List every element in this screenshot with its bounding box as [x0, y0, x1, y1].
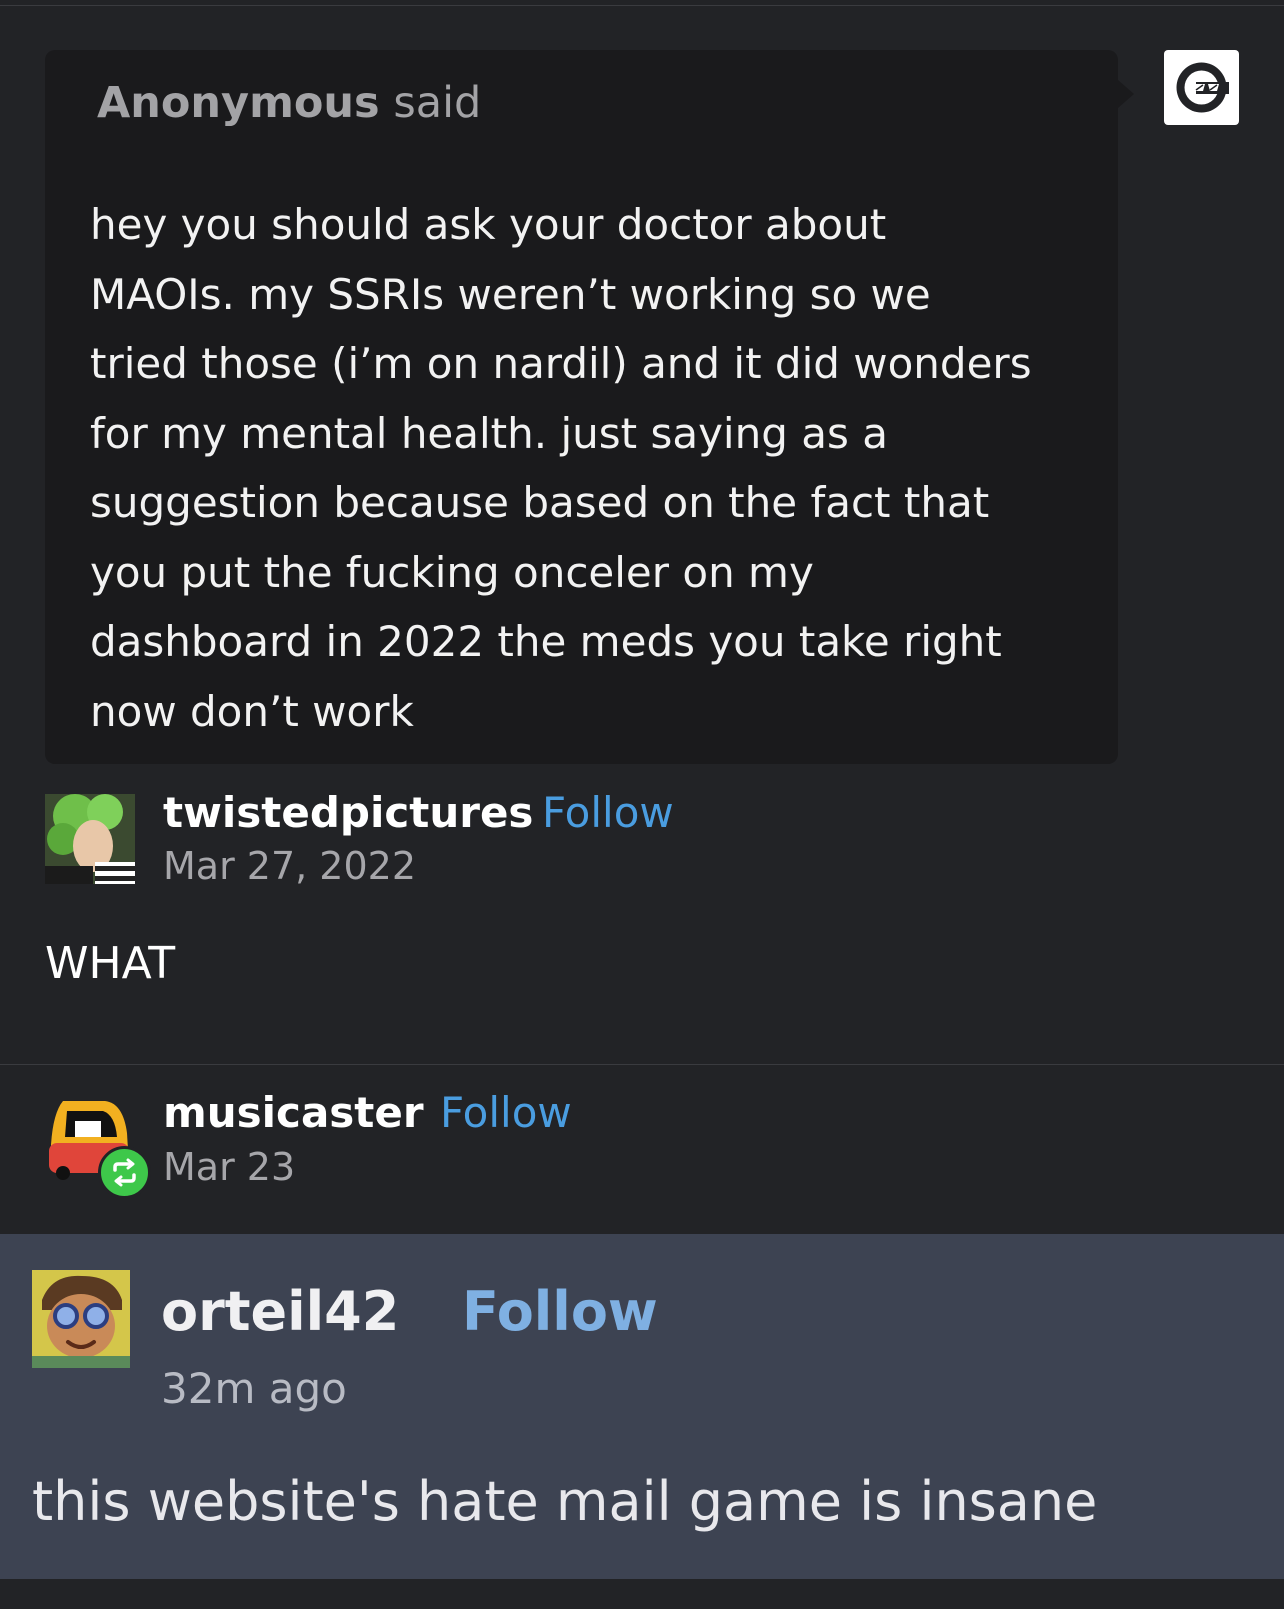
avatar-orteil42[interactable]	[32, 1270, 130, 1368]
follow-button-musicaster[interactable]: Follow	[440, 1088, 572, 1137]
post-divider	[0, 1064, 1284, 1065]
comment-text: this website's hate mail game is insane	[32, 1470, 1098, 1533]
anonymous-sunglasses-icon	[1176, 62, 1229, 113]
ask-bubble-tail	[1118, 80, 1134, 108]
top-divider	[0, 5, 1284, 6]
anonymous-avatar	[1164, 50, 1239, 125]
asker-name: Anonymous	[97, 78, 380, 128]
asker-said: said	[393, 78, 482, 128]
ask-line: for my mental health. just saying as a	[90, 408, 888, 458]
ask-line: you put the fucking onceler on my	[90, 547, 814, 597]
reblog-icon	[113, 1158, 136, 1187]
reblog-badge	[98, 1146, 151, 1199]
avatar-twistedpictures[interactable]	[45, 794, 135, 884]
ask-line: tried those (i’m on nardil) and it did w…	[90, 339, 1032, 388]
comment-overlay: orteil42 Follow 32m ago this website's h…	[0, 1234, 1284, 1579]
comment-username[interactable]: orteil42	[161, 1280, 399, 1343]
reblogger-username[interactable]: musicaster	[163, 1088, 424, 1137]
answer-text: WHAT	[45, 938, 176, 989]
comment-time[interactable]: 32m ago	[161, 1364, 347, 1413]
ask-line: MAOIs. my SSRIs weren’t working so we	[90, 269, 931, 319]
answer-username[interactable]: twistedpictures	[163, 788, 533, 837]
ask-body: hey you should ask your doctor about MAO…	[90, 190, 1090, 746]
avatar-image	[32, 1270, 130, 1368]
ask-line: hey you should ask your doctor about	[90, 200, 887, 249]
ask-line: now don’t work	[90, 686, 414, 736]
answer-date[interactable]: Mar 27, 2022	[163, 844, 416, 888]
ask-header: Anonymous said	[97, 78, 481, 128]
ask-bubble: Anonymous said hey you should ask your d…	[45, 50, 1118, 764]
ask-line: dashboard in 2022 the meds you take righ…	[90, 617, 1002, 666]
follow-button-twistedpictures[interactable]: Follow	[542, 788, 674, 837]
follow-button-orteil42[interactable]: Follow	[462, 1280, 658, 1343]
avatar-image	[45, 794, 135, 884]
reblogger-date[interactable]: Mar 23	[163, 1145, 295, 1189]
ask-line: suggestion because based on the fact tha…	[90, 478, 990, 527]
